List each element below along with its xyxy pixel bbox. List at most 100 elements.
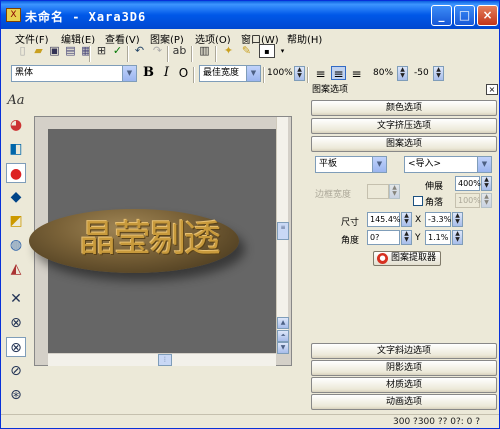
shape-select[interactable]: 平板 ▼	[315, 156, 387, 173]
size-field[interactable]: 145.4%	[367, 212, 401, 227]
check-icon[interactable]: ✓	[110, 44, 125, 58]
align-left-button[interactable]: ≡	[313, 67, 328, 81]
justify-icon[interactable]: ▥	[197, 44, 212, 58]
text-tool-icon[interactable]: Aa	[6, 91, 26, 111]
color-palette-icon[interactable]: ◕	[6, 115, 26, 135]
animation-pulse-icon[interactable]: ⊛	[6, 385, 26, 405]
y-offset-spinner[interactable]: ▲ ▼	[452, 230, 463, 245]
view-size-icon[interactable]: ▪	[259, 44, 275, 58]
outline-button[interactable]: O	[176, 66, 191, 80]
angle-label: 角度	[341, 236, 360, 246]
width-percent: 100%	[267, 68, 293, 78]
toolbar-separator	[263, 67, 265, 83]
corner-checkbox[interactable]	[413, 196, 423, 206]
width-mode-value: 最佳宽度	[203, 68, 240, 78]
design-extractor-label: 图案提取器	[391, 253, 437, 263]
width-spinner[interactable]: ▲ ▼	[294, 66, 305, 81]
chevron-down-icon[interactable]: ▼	[477, 157, 491, 172]
bold-button[interactable]: B	[141, 66, 156, 80]
scroll-down-arrow-icon[interactable]: ▼	[277, 342, 289, 354]
animation-swing-icon[interactable]: ⊘	[6, 361, 26, 381]
save-icon[interactable]: ▣	[47, 44, 62, 58]
horizontal-scrollbar[interactable]: ⋮	[48, 354, 276, 366]
animation-rotate-icon[interactable]: ⊗	[6, 337, 26, 357]
new-file-icon[interactable]: ▯	[15, 44, 30, 58]
design-tool-icon[interactable]: ●	[6, 163, 26, 183]
font-select[interactable]: 黑体 ▼	[11, 65, 137, 82]
angle-spinner[interactable]: ▲ ▼	[401, 230, 412, 245]
zoom-in-arrow-icon[interactable]: ⏶	[277, 330, 289, 342]
shadow-options-button[interactable]: 阴影选项	[311, 360, 497, 376]
line-spacing-spinner[interactable]: ▲ ▼	[397, 66, 408, 81]
y-offset-label: Y	[415, 233, 421, 243]
xara3d-icon[interactable]: X	[6, 8, 21, 22]
texture-options-button[interactable]: 材质选项	[311, 377, 497, 393]
import-select[interactable]: <导入> ▼	[404, 156, 492, 173]
open-folder-icon[interactable]: ▰	[31, 44, 46, 58]
toolbar-separator	[167, 46, 169, 62]
align-right-button[interactable]: ≡	[349, 67, 364, 81]
width-mode-select[interactable]: 最佳宽度 ▼	[199, 65, 261, 82]
angle-field[interactable]: 0?	[367, 230, 400, 245]
x-offset-spinner[interactable]: ▲ ▼	[452, 212, 463, 227]
menu-help[interactable]: 帮助(H)	[287, 31, 322, 46]
scroll-up-arrow-icon[interactable]: ▲	[277, 317, 289, 329]
color-options-button[interactable]: 颜色选项	[311, 100, 497, 116]
toolbar-separator	[307, 67, 309, 83]
size-spinner[interactable]: ▲ ▼	[401, 212, 412, 227]
vertical-scrollbar[interactable]: ≡ ▲ ⏶ ▼	[276, 117, 289, 354]
window-title: 未命名 - Xara3D6	[25, 10, 147, 24]
char-spacing-spinner[interactable]: ▲ ▼	[433, 66, 444, 81]
left-toolbar: Aa ◕ ◧ ● ◆ ◩ ◍ ◭ ✕ ⊗ ⊗ ⊘ ⊛	[3, 91, 29, 409]
flip-icon[interactable]: ab	[172, 44, 187, 58]
title-bar[interactable]: X 未命名 - Xara3D6 _ □ ×	[1, 1, 499, 29]
font-select-value: 黑体	[15, 68, 34, 78]
scroll-thumb[interactable]: ⋮	[158, 354, 172, 366]
minimize-button[interactable]: _	[431, 5, 452, 26]
chevron-down-icon[interactable]: ▾	[275, 44, 290, 58]
import-select-value: <导入>	[408, 159, 442, 169]
light-tool-icon[interactable]: ✎	[239, 44, 254, 58]
panel-close-button[interactable]: ×	[486, 84, 498, 95]
extend-label: 伸展	[425, 182, 444, 192]
extend-spinner[interactable]: ▲ ▼	[481, 176, 492, 191]
corner-spinner: ▲ ▼	[481, 193, 492, 208]
redo-icon[interactable]: ↷	[150, 44, 165, 58]
italic-button[interactable]: I	[159, 66, 174, 80]
chevron-down-icon[interactable]: ▼	[122, 66, 136, 81]
extrude-tool-icon[interactable]: ◧	[6, 139, 26, 159]
align-center-button[interactable]: ≡	[331, 66, 346, 81]
export-icon[interactable]: ▤	[63, 44, 78, 58]
extrude-options-button[interactable]: 文字挤压选项	[311, 118, 497, 134]
chevron-down-icon[interactable]: ▼	[246, 66, 260, 81]
design-options-button[interactable]: 图案选项	[311, 136, 497, 152]
extend-field[interactable]: 400%	[455, 176, 481, 191]
x-offset-field[interactable]: -3.3%	[425, 212, 451, 227]
bulb-icon[interactable]: ✦	[221, 44, 236, 58]
border-width-field	[367, 184, 389, 199]
maximize-button[interactable]: □	[454, 5, 475, 26]
texture-tool-icon[interactable]: ◍	[6, 235, 26, 255]
chevron-down-icon[interactable]: ▼	[372, 157, 386, 172]
animation-spin-icon[interactable]: ⊗	[6, 313, 26, 333]
shadow-tool-icon[interactable]: ◩	[6, 211, 26, 231]
corner-label: 角落	[425, 198, 444, 208]
y-offset-field[interactable]: 1.1%	[425, 230, 451, 245]
print-icon[interactable]: ▦	[79, 44, 94, 58]
bevel-tool-icon[interactable]: ◆	[6, 187, 26, 207]
lighting-tool-icon[interactable]: ◭	[6, 259, 26, 279]
animation-x-icon[interactable]: ✕	[6, 289, 26, 309]
close-button[interactable]: ×	[477, 5, 498, 26]
border-width-label: 边框宽度	[315, 190, 352, 200]
undo-icon[interactable]: ↶	[132, 44, 147, 58]
scroll-thumb[interactable]: ≡	[277, 222, 289, 240]
status-text: 300 ?300 ?? 0?: 0 ?	[393, 417, 481, 427]
animation-options-button[interactable]: 动画选项	[311, 394, 497, 410]
toolbar-separator	[127, 46, 129, 62]
size-label: 尺寸	[341, 218, 360, 228]
align-objects-icon[interactable]: ⊞	[94, 44, 109, 58]
toolbar-separator	[191, 46, 193, 62]
design-extractor-button[interactable]: ● 图案提取器	[373, 251, 441, 266]
3d-text[interactable]: 晶莹剔透	[59, 215, 239, 263]
bevel-options-button[interactable]: 文字斜边选项	[311, 343, 497, 359]
